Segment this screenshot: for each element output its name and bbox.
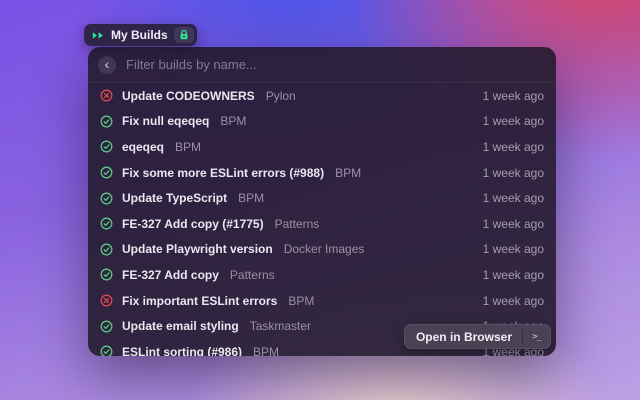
- build-status-icon: [100, 268, 113, 281]
- build-row[interactable]: Update Playwright version Docker Images …: [88, 237, 556, 263]
- build-title: Update Playwright version: [122, 242, 273, 257]
- build-timestamp: 1 week ago: [482, 293, 544, 308]
- build-status-icon: [100, 140, 113, 153]
- build-timestamp: 1 week ago: [482, 242, 544, 257]
- build-title: eqeqeq: [122, 139, 165, 154]
- check-circle-icon: [100, 217, 113, 230]
- build-timestamp: 1 week ago: [482, 216, 544, 231]
- check-circle-icon: [100, 243, 113, 256]
- build-row[interactable]: Fix null eqeqeq BPM 1 week ago: [88, 109, 556, 135]
- build-timestamp: 1 week ago: [482, 139, 544, 154]
- build-row[interactable]: Fix some more ESLint errors (#988) BPM 1…: [88, 160, 556, 186]
- check-circle-icon: [100, 345, 113, 356]
- builds-list: Update CODEOWNERS Pylon 1 week ago Fix n…: [88, 83, 556, 356]
- build-pipeline-tag: BPM: [253, 344, 280, 356]
- build-status-icon: [100, 320, 113, 333]
- build-pipeline-tag: Pylon: [265, 88, 296, 103]
- build-pipeline-tag: Docker Images: [283, 242, 365, 257]
- x-circle-icon: [100, 294, 113, 307]
- open-in-browser-label: Open in Browser: [415, 329, 512, 344]
- build-pipeline-tag: Patterns: [229, 267, 275, 282]
- build-title: Fix some more ESLint errors (#988): [122, 165, 325, 180]
- build-pipeline-tag: BPM: [288, 293, 315, 308]
- build-title: Fix null eqeqeq: [122, 114, 210, 129]
- build-timestamp: 1 week ago: [482, 114, 544, 129]
- build-pipeline-tag: BPM: [335, 165, 362, 180]
- build-timestamp: 1 week ago: [482, 267, 544, 282]
- check-circle-icon: [100, 115, 113, 128]
- build-status-icon: [100, 89, 113, 102]
- build-row[interactable]: Fix important ESLint errors BPM 1 week a…: [88, 288, 556, 314]
- build-title: Fix important ESLint errors: [122, 293, 278, 308]
- check-circle-icon: [100, 192, 113, 205]
- build-title: Update email styling: [122, 319, 239, 334]
- build-status-icon: [100, 294, 113, 307]
- build-row[interactable]: FE-327 Add copy (#1775) Patterns 1 week …: [88, 211, 556, 237]
- build-timestamp: 1 week ago: [482, 191, 544, 206]
- build-pipeline-tag: Patterns: [274, 216, 320, 231]
- build-timestamp: 1 week ago: [482, 88, 544, 103]
- check-circle-icon: [100, 320, 113, 333]
- build-pipeline-tag: BPM: [220, 114, 247, 129]
- check-circle-icon: [100, 166, 113, 179]
- header-pill-label: My Builds: [111, 28, 168, 42]
- build-status-icon: [100, 192, 113, 205]
- build-status-icon: [100, 345, 113, 356]
- build-title: Update CODEOWNERS: [122, 88, 255, 103]
- build-status-icon: [100, 115, 113, 128]
- build-row[interactable]: eqeqeq BPM 1 week ago: [88, 134, 556, 160]
- build-status-icon: [100, 166, 113, 179]
- buildkite-icon: [92, 31, 105, 40]
- build-row[interactable]: FE-327 Add copy Patterns 1 week ago: [88, 262, 556, 288]
- build-status-icon: [100, 243, 113, 256]
- check-circle-icon: [100, 141, 113, 153]
- x-circle-icon: [100, 89, 113, 102]
- build-timestamp: 1 week ago: [482, 165, 544, 180]
- search-bar: ‹: [88, 47, 556, 83]
- back-button[interactable]: ‹: [98, 55, 116, 74]
- check-circle-icon: [100, 269, 113, 281]
- build-title: ESLint sorting (#986): [122, 344, 243, 356]
- build-row[interactable]: Update TypeScript BPM 1 week ago: [88, 185, 556, 211]
- shortcut-key-hint: >_: [532, 331, 542, 342]
- open-in-browser-button[interactable]: Open in Browser >_: [403, 324, 551, 349]
- search-input[interactable]: [126, 57, 542, 72]
- build-status-icon: [100, 217, 113, 230]
- build-pipeline-tag: Taskmaster: [249, 319, 312, 334]
- header-pill-my-builds[interactable]: My Builds: [84, 24, 197, 46]
- builds-panel: ‹ Update CODEOWNERS Pylon 1 week ago Fix…: [88, 47, 556, 356]
- build-pipeline-tag: BPM: [175, 139, 202, 154]
- build-title: FE-327 Add copy: [122, 267, 219, 282]
- build-row[interactable]: Update CODEOWNERS Pylon 1 week ago: [88, 83, 556, 109]
- build-title: FE-327 Add copy (#1775): [122, 216, 264, 231]
- chevron-left-icon: ‹: [104, 55, 110, 72]
- build-pipeline-tag: BPM: [238, 191, 265, 206]
- extension-lock-icon: [173, 27, 194, 43]
- build-title: Update TypeScript: [122, 191, 228, 206]
